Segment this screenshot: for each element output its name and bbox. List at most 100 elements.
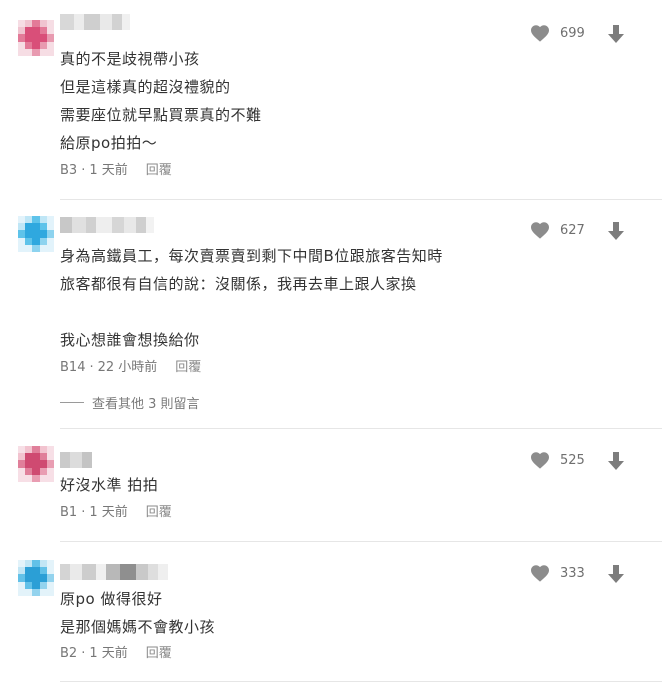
avatar-pixel bbox=[46, 230, 54, 238]
avatar-pixel bbox=[39, 467, 47, 475]
avatar-pixel bbox=[32, 460, 40, 468]
avatar-pixel bbox=[32, 27, 40, 35]
avatar-pixel bbox=[46, 467, 54, 475]
heart-icon[interactable] bbox=[530, 451, 550, 469]
floor-number: B1 bbox=[60, 505, 78, 520]
avatar-pixel bbox=[32, 581, 40, 589]
reply-button[interactable]: 回覆 bbox=[175, 359, 201, 377]
like-count: 333 bbox=[560, 565, 585, 581]
like-control[interactable]: 333 bbox=[530, 564, 585, 582]
username-blurred[interactable] bbox=[60, 217, 154, 233]
comment-text-line: 需要座位就早點買票真的不難 bbox=[60, 106, 262, 124]
like-count: 525 bbox=[560, 452, 585, 468]
like-control[interactable]: 699 bbox=[530, 24, 585, 42]
avatar-pixel bbox=[39, 453, 47, 461]
avatar-pixel bbox=[18, 244, 26, 252]
avatar-pixel bbox=[46, 34, 54, 42]
avatar-pixel bbox=[18, 230, 26, 238]
avatar-pixel bbox=[39, 237, 47, 245]
avatar-pixel bbox=[18, 27, 26, 35]
avatar-pixel bbox=[39, 560, 47, 568]
reply-button[interactable]: 回覆 bbox=[146, 162, 172, 180]
avatar-pixel bbox=[46, 453, 54, 461]
heart-icon[interactable] bbox=[530, 221, 550, 239]
avatar[interactable] bbox=[18, 446, 54, 482]
avatar[interactable] bbox=[18, 20, 54, 56]
avatar-pixel bbox=[39, 446, 47, 454]
avatar-pixel bbox=[18, 567, 26, 575]
heart-icon[interactable] bbox=[530, 564, 550, 582]
arrow-down-icon[interactable] bbox=[606, 221, 626, 241]
avatar[interactable] bbox=[18, 216, 54, 252]
avatar-pixel bbox=[32, 216, 40, 224]
comment-text-line: 真的不是歧視帶小孩 bbox=[60, 50, 200, 68]
avatar-pixel bbox=[18, 41, 26, 49]
like-count: 699 bbox=[560, 25, 585, 41]
username-blurred[interactable] bbox=[60, 14, 130, 30]
avatar-pixel bbox=[46, 48, 54, 56]
avatar-pixel bbox=[32, 237, 40, 245]
comment-text-line: 給原po拍拍～ bbox=[60, 134, 158, 152]
reply-button[interactable]: 回覆 bbox=[146, 645, 172, 663]
heart-icon[interactable] bbox=[530, 24, 550, 42]
avatar-pixel bbox=[18, 474, 26, 482]
avatar-pixel bbox=[32, 567, 40, 575]
arrow-down-icon[interactable] bbox=[606, 451, 626, 471]
avatar-pixel bbox=[25, 216, 33, 224]
avatar-pixel bbox=[25, 474, 33, 482]
like-control[interactable]: 525 bbox=[530, 451, 585, 469]
avatar-pixel bbox=[18, 453, 26, 461]
avatar-pixel bbox=[39, 581, 47, 589]
comment-text-line: 我心想誰會想換給你 bbox=[60, 331, 200, 349]
avatar-pixel bbox=[18, 48, 26, 56]
avatar-pixel bbox=[25, 48, 33, 56]
avatar-pixel bbox=[32, 48, 40, 56]
floor-number: B2 bbox=[60, 646, 78, 661]
avatar-pixel bbox=[25, 244, 33, 252]
username-blurred[interactable] bbox=[60, 452, 92, 468]
avatar-pixel bbox=[25, 20, 33, 28]
timestamp: 1 天前 bbox=[89, 646, 128, 661]
avatar-pixel bbox=[39, 230, 47, 238]
avatar-pixel bbox=[25, 560, 33, 568]
avatar-pixel bbox=[25, 581, 33, 589]
avatar-pixel bbox=[46, 460, 54, 468]
avatar-pixel bbox=[39, 460, 47, 468]
avatar-pixel bbox=[39, 574, 47, 582]
avatar-pixel bbox=[25, 453, 33, 461]
avatar-pixel bbox=[46, 27, 54, 35]
avatar-pixel bbox=[32, 474, 40, 482]
arrow-down-icon[interactable] bbox=[606, 24, 626, 44]
more-replies-dash bbox=[60, 402, 84, 403]
comment-divider bbox=[60, 199, 662, 200]
avatar-pixel bbox=[18, 223, 26, 231]
avatar-pixel bbox=[25, 41, 33, 49]
avatar-pixel bbox=[32, 20, 40, 28]
avatar-pixel bbox=[46, 20, 54, 28]
comment-text-line: 好沒水準 拍拍 bbox=[60, 476, 159, 494]
comment-divider bbox=[60, 681, 662, 682]
avatar-pixel bbox=[39, 474, 47, 482]
like-count: 627 bbox=[560, 222, 585, 238]
avatar-pixel bbox=[18, 560, 26, 568]
avatar-pixel bbox=[39, 244, 47, 252]
arrow-down-icon[interactable] bbox=[606, 564, 626, 584]
avatar-pixel bbox=[18, 588, 26, 596]
username-blurred[interactable] bbox=[60, 564, 168, 580]
avatar-pixel bbox=[18, 20, 26, 28]
avatar-pixel bbox=[32, 34, 40, 42]
avatar-pixel bbox=[39, 223, 47, 231]
avatar-pixel bbox=[39, 20, 47, 28]
avatar-pixel bbox=[46, 223, 54, 231]
avatar-pixel bbox=[25, 223, 33, 231]
comment-text-line: 身為高鐵員工，每次賣票賣到剩下中間B位跟旅客告知時 bbox=[60, 247, 443, 265]
avatar[interactable] bbox=[18, 560, 54, 596]
like-control[interactable]: 627 bbox=[530, 221, 585, 239]
timestamp: 22 小時前 bbox=[97, 360, 158, 375]
avatar-pixel bbox=[39, 567, 47, 575]
reply-button[interactable]: 回覆 bbox=[146, 504, 172, 522]
avatar-pixel bbox=[25, 574, 33, 582]
comment-meta: B3 · 1 天前 回覆 bbox=[60, 162, 172, 180]
avatar-pixel bbox=[46, 560, 54, 568]
view-more-replies-link[interactable]: 查看其他 3 則留言 bbox=[60, 393, 200, 412]
